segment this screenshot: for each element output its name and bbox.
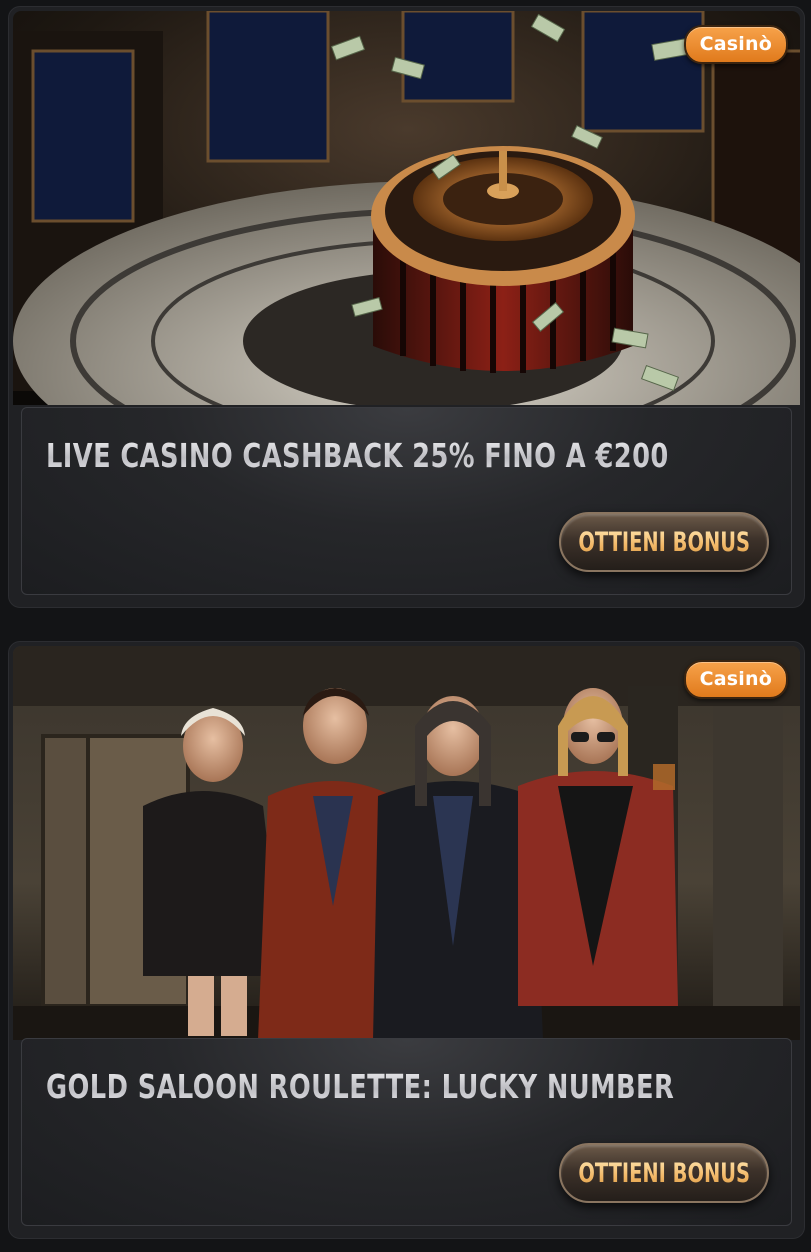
gang-characters-illustration (13, 646, 800, 1040)
get-bonus-button-label: OTTIENI BONUS (578, 526, 750, 558)
category-badge: Casinò (683, 25, 788, 64)
get-bonus-button-label: OTTIENI BONUS (578, 1157, 750, 1189)
promo-title: LIVE CASINO CASHBACK 25% FINO A €200 (46, 436, 669, 475)
roulette-wheel-illustration (13, 11, 800, 405)
promotions-page: Casinò LIVE CASINO CASHBACK 25% FINO A €… (0, 0, 811, 1252)
promo-title: GOLD SALOON ROULETTE: LUCKY NUMBER (46, 1067, 675, 1106)
promo-card[interactable]: Casinò GOLD SALOON ROULETTE: LUCKY NUMBE… (8, 641, 805, 1239)
promo-body: GOLD SALOON ROULETTE: LUCKY NUMBER OTTIE… (21, 1038, 792, 1226)
promo-body: LIVE CASINO CASHBACK 25% FINO A €200 OTT… (21, 407, 792, 595)
get-bonus-button[interactable]: OTTIENI BONUS (559, 1143, 769, 1203)
promo-card[interactable]: Casinò LIVE CASINO CASHBACK 25% FINO A €… (8, 6, 805, 608)
category-badge: Casinò (683, 660, 788, 699)
get-bonus-button[interactable]: OTTIENI BONUS (559, 512, 769, 572)
